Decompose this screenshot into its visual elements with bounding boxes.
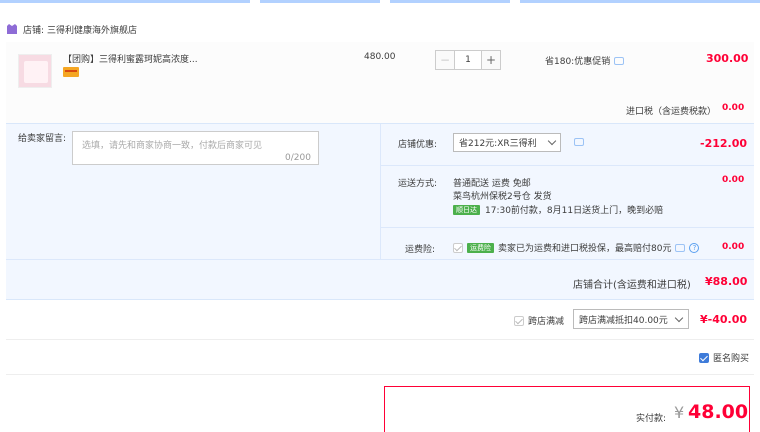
product-title[interactable]: 【团购】三得利蜜露珂妮高浓度...	[63, 52, 198, 65]
cross-store-label: 跨店满减	[528, 317, 565, 327]
item-subtotal: 300.00	[706, 52, 749, 65]
panel-divider	[380, 227, 754, 228]
store-name[interactable]: 三得利健康海外旗舰店	[47, 23, 137, 36]
insurance-label: 运费险:	[405, 245, 436, 255]
help-icon[interactable]: ?	[689, 242, 700, 253]
insurance-value: 0.00	[722, 242, 745, 252]
store-discount-value: -212.00	[700, 137, 748, 150]
cross-store-checkbox	[514, 315, 524, 326]
increase-button[interactable]: +	[481, 50, 501, 70]
payment-summary: 实付款: ¥ 48.00	[384, 386, 750, 432]
shipping-value: 0.00	[722, 175, 745, 185]
anonymous-label: 匿名购买	[713, 354, 750, 364]
store-total-value: ¥88.00	[705, 275, 748, 288]
cross-store-select[interactable]: 跨店满减抵扣40.00元	[573, 309, 689, 329]
top-divider	[0, 0, 760, 3]
insurance-checkbox	[453, 242, 463, 253]
cross-store-selected: 跨店满减抵扣40.00元	[579, 315, 668, 326]
delivery-promise: 17:30前付款，8月11日送货上门，晚到必赔	[485, 206, 664, 216]
store-icon	[7, 24, 17, 34]
product-thumbnail[interactable]	[18, 54, 52, 88]
order-item-row: 【团购】三得利蜜露珂妮高浓度... 480.00 省180:优惠促销 300.0…	[6, 42, 754, 124]
section-divider	[6, 339, 754, 340]
store-discount-label: 店铺优惠:	[398, 140, 438, 150]
memo-placeholder: 选填，请先和商家协商一致，付款后商家可见	[82, 141, 263, 151]
store-header: 店铺: 三得利健康海外旗舰店	[6, 22, 137, 36]
store-label: 店铺:	[23, 25, 45, 36]
shipping-warehouse: 菜鸟杭州保税2号仓 发货	[453, 192, 552, 202]
panel-divider	[380, 165, 754, 166]
decrease-button[interactable]: −	[435, 50, 455, 70]
chevron-down-icon	[547, 136, 557, 146]
panel-divider	[380, 124, 381, 259]
shipping-method: 普通配送 运费 免邮	[453, 179, 531, 189]
cross-store-value: ¥-40.00	[700, 313, 748, 326]
message-icon[interactable]	[675, 243, 686, 252]
payment-label: 实付款:	[636, 414, 667, 424]
promo-label: 省180:优惠促销	[545, 57, 611, 67]
message-icon[interactable]	[574, 138, 584, 146]
quantity-stepper[interactable]: − 1 +	[435, 50, 501, 70]
card-icon	[63, 67, 79, 77]
import-tax-value: 0.00	[722, 103, 745, 113]
store-discount-selected: 省212元:XR三得利	[459, 139, 537, 149]
unit-price: 480.00	[364, 52, 396, 62]
section-divider	[6, 374, 754, 375]
insurance-tag: 运费险	[467, 242, 494, 253]
shipping-label: 运送方式:	[398, 179, 438, 189]
panel-divider	[6, 259, 754, 260]
insurance-text: 卖家已为运费和进口税投保，最高赔付80元	[498, 244, 672, 254]
store-total-label: 店铺合计(含运费和进口税)	[573, 280, 691, 291]
chevron-down-icon	[674, 313, 684, 323]
quantity-input[interactable]: 1	[455, 50, 481, 70]
anonymous-checkbox[interactable]	[699, 352, 709, 363]
import-tax-label: 进口税（含运费税款）	[626, 107, 717, 117]
store-discount-select[interactable]: 省212元:XR三得利	[453, 133, 561, 152]
delivery-tag: 顺日达	[453, 204, 480, 215]
payment-currency: ¥	[674, 403, 685, 422]
payment-value: 48.00	[688, 401, 749, 423]
memo-char-count: 0/200	[285, 153, 311, 163]
message-icon[interactable]	[614, 56, 625, 65]
memo-label: 给卖家留言:	[18, 134, 67, 144]
